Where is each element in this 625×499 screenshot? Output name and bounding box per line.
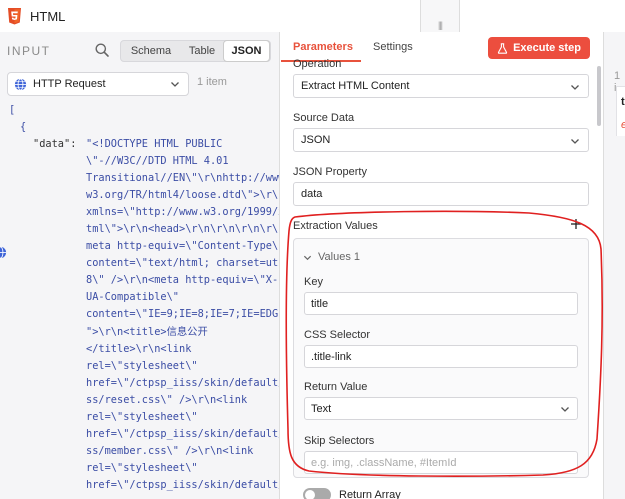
chevron-down-icon bbox=[571, 139, 579, 144]
return-value-label: Return Value bbox=[304, 381, 368, 393]
json-open-bracket: [ bbox=[9, 104, 16, 116]
return-array-label: Return Array bbox=[339, 489, 401, 499]
source-node-select[interactable]: HTTP Request bbox=[7, 72, 189, 96]
json-value-line: UA-Compatible\" bbox=[86, 291, 179, 304]
tab-parameters[interactable]: Parameters bbox=[293, 41, 353, 53]
skip-selectors-placeholder: e.g. img, .className, #ItemId bbox=[311, 456, 457, 469]
parameters-panel: Parameters Settings Execute step Operati… bbox=[281, 32, 603, 499]
flask-icon bbox=[497, 42, 508, 54]
css-selector-input[interactable]: .title-link bbox=[304, 345, 578, 368]
skip-selectors-input[interactable]: e.g. img, .className, #ItemId bbox=[304, 451, 578, 474]
tab-settings[interactable]: Settings bbox=[373, 41, 413, 53]
plus-icon[interactable] bbox=[570, 218, 582, 230]
key-input[interactable]: title bbox=[304, 292, 578, 315]
source-data-value: JSON bbox=[301, 134, 331, 146]
globe-icon bbox=[0, 246, 7, 259]
output-value-fragment: e bbox=[621, 119, 625, 131]
view-option-schema[interactable]: Schema bbox=[121, 41, 181, 61]
json-value-line: \"-//W3C//DTD HTML 4.01 bbox=[86, 155, 229, 168]
extraction-values-label: Extraction Values bbox=[293, 220, 378, 232]
return-value-value: Text bbox=[311, 402, 332, 415]
source-node-label: HTTP Request bbox=[33, 78, 106, 90]
values-group-header[interactable]: Values 1 bbox=[303, 251, 360, 263]
values-group-title: Values 1 bbox=[318, 251, 360, 263]
chevron-down-icon bbox=[303, 255, 312, 260]
execute-step-button[interactable]: Execute step bbox=[488, 37, 590, 59]
json-value-line: xmlns=\"http://www.w3.org/1999/xh bbox=[86, 206, 280, 219]
json-key: "data": bbox=[33, 138, 77, 150]
css-selector-value: .title-link bbox=[311, 350, 352, 363]
values-group: Values 1 Key title CSS Selector .title-l… bbox=[293, 238, 589, 478]
json-value: "<!DOCTYPE HTML PUBLIC \"-//W3C//DTD HTM… bbox=[86, 136, 280, 494]
view-mode-toggle: Schema Table JSON bbox=[120, 40, 271, 62]
chevron-down-icon bbox=[571, 85, 579, 90]
operation-select[interactable]: Extract HTML Content bbox=[293, 74, 589, 98]
json-value-line: rel=\"stylesheet\" bbox=[86, 461, 198, 474]
json-value-line: content=\"IE=9;IE=8;IE=7;IE=EDGE\ bbox=[86, 308, 280, 321]
source-data-label: Source Data bbox=[293, 112, 355, 124]
top-bar: HTML bbox=[0, 0, 625, 32]
return-array-toggle[interactable] bbox=[303, 488, 331, 499]
input-header: INPUT Schema Table JSON bbox=[0, 32, 279, 68]
toggle-knob bbox=[305, 490, 315, 499]
parameter-tabs: Parameters Settings Execute step bbox=[281, 32, 603, 62]
json-property-label: JSON Property bbox=[293, 166, 367, 178]
json-value-line: href=\"/ctpsp_iiss/skin/default/c bbox=[86, 427, 280, 440]
node-title: HTML bbox=[30, 8, 66, 24]
source-data-select[interactable]: JSON bbox=[293, 128, 589, 152]
output-panel: 1 i ti e bbox=[603, 32, 625, 499]
output-key-fragment: ti bbox=[621, 96, 625, 108]
execute-step-label: Execute step bbox=[513, 42, 581, 54]
json-value-line: ">\r\n<title>信息公开 bbox=[86, 325, 208, 338]
operation-value: Extract HTML Content bbox=[301, 80, 410, 92]
parameters-scrollbar[interactable] bbox=[597, 66, 601, 126]
css-selector-label: CSS Selector bbox=[304, 329, 371, 341]
key-value: title bbox=[311, 297, 329, 310]
operation-label: Operation bbox=[293, 58, 342, 70]
json-value-line: w3.org/TR/html4/loose.dtd\">\r\n<html bbox=[86, 189, 279, 202]
skip-selectors-label: Skip Selectors bbox=[304, 435, 375, 447]
chevron-down-icon bbox=[171, 82, 179, 87]
html5-icon bbox=[8, 7, 21, 24]
search-icon[interactable] bbox=[94, 42, 110, 58]
globe-icon bbox=[14, 78, 27, 90]
json-value-line: content=\"text/html; charset=utf- bbox=[86, 257, 280, 270]
return-value-select[interactable]: Text bbox=[304, 397, 578, 420]
json-value-line: 8\" />\r\n<meta http-equiv=\"X- bbox=[86, 274, 279, 287]
output-table-cell: ti e bbox=[616, 86, 625, 136]
key-label: Key bbox=[304, 276, 323, 288]
json-value-line: tml\">\r\n<head>\r\n\r\n\r\n\r\n< bbox=[86, 223, 280, 236]
json-value-line: ss/reset.css\" />\r\n<link bbox=[86, 393, 248, 406]
json-open-brace: { bbox=[20, 121, 27, 133]
json-value-line: "<!DOCTYPE HTML PUBLIC bbox=[86, 138, 223, 150]
return-array-row: Return Array bbox=[303, 488, 401, 499]
json-value-line: </title>\r\n<link bbox=[86, 342, 192, 355]
json-value-line: href=\"/ctpsp_iiss/skin/default/c bbox=[86, 478, 280, 491]
chevron-down-icon bbox=[561, 407, 569, 412]
json-value-line: meta http-equiv=\"Content-Type\" bbox=[86, 240, 280, 253]
input-item-count: 1 item bbox=[197, 76, 227, 88]
json-value-line: href=\"/ctpsp_iiss/skin/default/c bbox=[86, 376, 280, 389]
json-value-line: rel=\"stylesheet\" bbox=[86, 359, 198, 372]
json-value-line: rel=\"stylesheet\" bbox=[86, 410, 198, 423]
json-value-line: Transitional//EN\"\r\nhttp://www. bbox=[86, 172, 280, 185]
input-panel: INPUT Schema Table JSON HTTP Request 1 i… bbox=[0, 32, 280, 499]
input-panel-label: INPUT bbox=[7, 44, 51, 58]
json-property-input[interactable]: data bbox=[293, 182, 589, 206]
view-option-json[interactable]: JSON bbox=[223, 40, 270, 62]
json-value-line: ss/member.css\" />\r\n<link bbox=[86, 444, 254, 457]
json-viewer[interactable]: [ { "data": "<!DOCTYPE HTML PUBLIC \"-//… bbox=[0, 102, 280, 499]
json-property-value: data bbox=[301, 188, 323, 200]
view-option-table[interactable]: Table bbox=[181, 41, 223, 61]
